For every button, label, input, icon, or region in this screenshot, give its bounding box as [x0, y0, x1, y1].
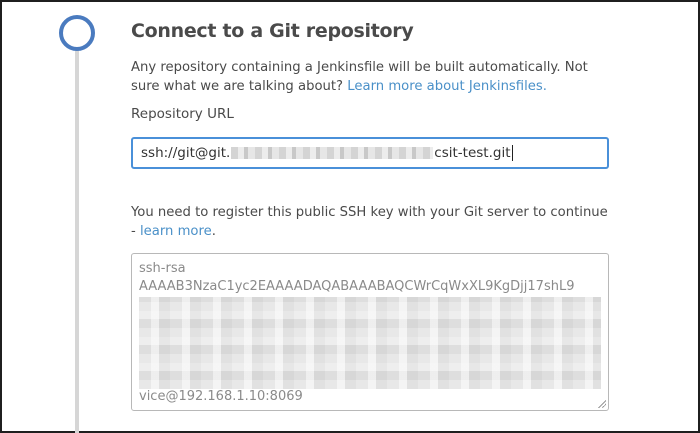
- redacted-key-body: [139, 297, 601, 389]
- step-title: Connect to a Git repository: [131, 20, 414, 42]
- key-line-2: AAAAB3NzaC1yc2EAAAADAQABAAABAQCWrCqWxXL9…: [139, 279, 575, 294]
- timeline-line: [75, 48, 79, 433]
- repository-url-input[interactable]: ssh://git@git. csit-test.git: [131, 137, 609, 169]
- url-prefix: ssh://git@git.: [141, 145, 231, 161]
- learn-more-jenkinsfiles-link[interactable]: Learn more about Jenkinsfiles.: [347, 79, 547, 94]
- learn-more-link[interactable]: learn more: [140, 224, 212, 239]
- ssh-notice-end: .: [211, 224, 216, 239]
- text-caret: [511, 145, 513, 161]
- ssh-public-key-textarea[interactable]: ssh-rsa AAAAB3NzaC1yc2EAAAADAQABAAABAQCW…: [131, 253, 609, 411]
- step-description: Any repository containing a Jenkinsfile …: [131, 58, 611, 96]
- step-indicator-icon: [59, 15, 95, 51]
- key-tail: vice@192.168.1.10:8069: [139, 389, 303, 404]
- redacted-host: [231, 147, 434, 159]
- url-suffix: csit-test.git: [434, 145, 511, 161]
- ssh-key-notice: You need to register this public SSH key…: [131, 203, 611, 241]
- resize-grip-icon[interactable]: [597, 399, 606, 408]
- key-line-1: ssh-rsa: [139, 261, 186, 276]
- repository-url-label: Repository URL: [131, 106, 234, 122]
